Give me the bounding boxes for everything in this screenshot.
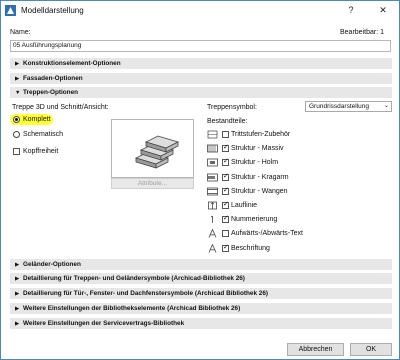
- radio-schematisch-label: Schematisch: [23, 131, 64, 138]
- expand-arrow-icon: ▶: [15, 321, 20, 327]
- radio-komplett[interactable]: [13, 116, 20, 123]
- radio-komplett-label: Komplett: [23, 116, 51, 123]
- name-input[interactable]: 05 Ausführungsplanung: [10, 40, 391, 52]
- stair-preview: [111, 119, 194, 178]
- modelldarstellung-dialog: Modelldarstellung ? ✕ Name: Bearbeitbar:…: [0, 0, 400, 360]
- component-checkbox[interactable]: [222, 230, 229, 238]
- archicad-app-icon: [5, 5, 16, 16]
- component-label: Aufwärts-/Abwärts-Text: [231, 230, 303, 238]
- component-checkbox[interactable]: [222, 172, 229, 181]
- help-button[interactable]: ?: [341, 3, 361, 18]
- stair-symbol-label: Treppensymbol:: [207, 104, 257, 111]
- up-down-text-icon: [208, 229, 217, 239]
- cancel-button[interactable]: Abbrechen: [287, 343, 344, 356]
- components-label: Bestandteile:: [207, 118, 248, 125]
- expand-arrow-icon: ▶: [15, 262, 20, 268]
- expand-arrow-icon: ▶: [15, 291, 20, 297]
- numbering-icon: [210, 215, 213, 224]
- section-gelaender[interactable]: ▶ Geländer-Optionen: [10, 259, 392, 270]
- editable-count: Bearbeitbar: 1: [340, 29, 384, 36]
- component-label: Nummerierung: [231, 216, 278, 224]
- kopffreiheit-checkbox[interactable]: [13, 148, 20, 155]
- expand-arrow-icon: ▶: [15, 61, 20, 67]
- component-checkbox[interactable]: [222, 143, 229, 153]
- solid-structure-icon: [207, 144, 218, 153]
- component-label: Lauflinie: [231, 202, 258, 209]
- expand-arrow-icon: ▶: [15, 306, 20, 312]
- name-label: Name:: [10, 29, 31, 36]
- title-bar: Modelldarstellung ? ✕: [1, 1, 399, 20]
- walking-line-icon: [208, 201, 217, 210]
- section-fassaden[interactable]: ▶ Fassaden-Optionen: [10, 73, 392, 84]
- stair-view-label: Treppe 3D und Schnitt/Ansicht:: [12, 104, 109, 111]
- component-checkbox[interactable]: [222, 243, 229, 252]
- component-label: Struktur - Wangen: [231, 187, 288, 195]
- chevron-down-icon: ⌄: [383, 103, 389, 109]
- section-detail-treppe[interactable]: ▶ Detaillierung für Treppen- und Geländer…: [10, 273, 392, 284]
- kopffreiheit-label: Kopffreiheit: [23, 148, 59, 155]
- component-checkbox[interactable]: [222, 131, 229, 138]
- stair-preview-icon: [134, 135, 180, 169]
- component-checkbox[interactable]: [222, 214, 229, 224]
- component-label: Struktur - Massiv: [231, 145, 284, 153]
- component-checkbox[interactable]: [222, 186, 229, 195]
- component-checkbox[interactable]: [222, 157, 229, 167]
- section-konstruktion[interactable]: ▶ Konstruktionselement-Optionen: [10, 58, 392, 69]
- attribute-button[interactable]: Attribute...: [111, 178, 194, 189]
- component-checkbox[interactable]: [222, 200, 229, 209]
- component-label: Struktur - Holm: [231, 159, 279, 167]
- expand-arrow-icon: ▶: [15, 76, 20, 82]
- component-label: Trittstufen-Zubehör: [231, 131, 291, 138]
- section-bibliothek[interactable]: ▶ Weitere Einstellungen der Bibliotheksel…: [10, 303, 392, 314]
- stair-symbol-select[interactable]: Grundrissdarstellung ⌄: [305, 101, 392, 112]
- section-service[interactable]: ▶ Weitere Einstellungen der Servicevertra…: [10, 318, 392, 329]
- stringer-structure-icon: [207, 187, 218, 196]
- dialog-title: Modelldarstellung: [21, 6, 84, 15]
- label-text-icon: [208, 243, 217, 253]
- ok-button[interactable]: OK: [350, 343, 392, 356]
- close-button[interactable]: ✕: [373, 3, 393, 18]
- tread-accessory-icon: [207, 130, 218, 139]
- collapse-arrow-icon: ▼: [15, 90, 21, 96]
- section-treppen[interactable]: ▼ Treppen-Optionen: [10, 87, 392, 98]
- cantilever-structure-icon: [207, 173, 218, 181]
- expand-arrow-icon: ▶: [15, 276, 20, 282]
- component-label: Struktur - Kragarm: [231, 173, 289, 181]
- beam-structure-icon: [207, 158, 218, 167]
- radio-schematisch[interactable]: [13, 131, 20, 138]
- component-label: Beschriftung: [231, 244, 270, 252]
- section-detail-tuer[interactable]: ▶ Detaillierung für Tür-, Fenster- und Da…: [10, 288, 392, 299]
